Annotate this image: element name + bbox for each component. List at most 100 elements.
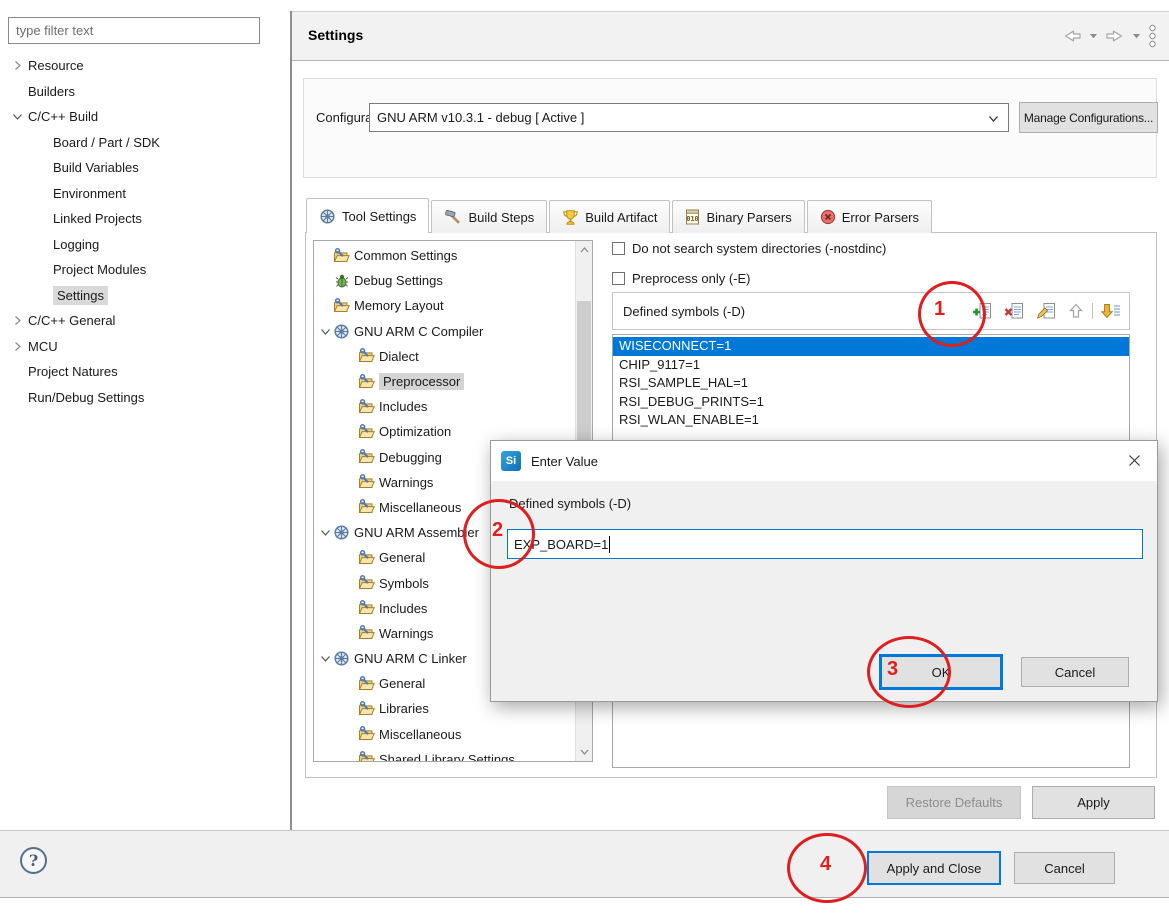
configuration-dropdown[interactable]: GNU ARM v10.3.1 - debug [ Active ]	[369, 103, 1009, 132]
folder-wrench-icon	[357, 399, 376, 415]
sidebar-item-c-c-build[interactable]: C/C++ Build	[0, 104, 288, 130]
tab-build-artifact[interactable]: Build Artifact	[549, 200, 670, 233]
defined-symbols-header: Defined symbols (-D)	[612, 292, 1130, 330]
symbol-row[interactable]: RSI_SAMPLE_HAL=1	[613, 374, 1129, 393]
sidebar-item-build-variables[interactable]: Build Variables	[0, 155, 288, 181]
error-icon	[820, 209, 836, 225]
view-menu-icon[interactable]	[1148, 24, 1157, 48]
ok-button[interactable]: OK	[881, 656, 1001, 688]
text-caret	[609, 536, 610, 553]
dialog-titlebar[interactable]: Si Enter Value	[491, 441, 1157, 481]
sidebar-item-logging[interactable]: Logging	[0, 232, 288, 258]
scroll-down-icon[interactable]	[576, 744, 592, 760]
symbol-value-input[interactable]: EXP_BOARD=1	[507, 529, 1143, 559]
tool-tree-item-shared-library-settings[interactable]: Shared Library Settings	[314, 747, 575, 762]
tab-binary-parsers[interactable]: 010Binary Parsers	[672, 200, 804, 233]
hammer-icon	[444, 209, 462, 226]
folder-wrench-icon	[357, 550, 376, 566]
sidebar-item-project-natures[interactable]: Project Natures	[0, 359, 288, 385]
add-symbol-button[interactable]	[972, 302, 992, 320]
restore-defaults-button[interactable]: Restore Defaults	[887, 786, 1021, 819]
checkbox-label: Do not search system directories (-nostd…	[632, 241, 886, 256]
chevron-down-icon[interactable]	[319, 526, 332, 539]
bug-icon	[332, 273, 351, 289]
chevron-down-icon[interactable]	[10, 110, 24, 123]
checkbox-icon[interactable]	[612, 242, 625, 255]
svg-text:010: 010	[687, 215, 699, 223]
scroll-up-icon[interactable]	[576, 242, 592, 258]
tool-tree-item-miscellaneous[interactable]: Miscellaneous	[314, 722, 575, 747]
chevron-right-icon[interactable]	[10, 340, 24, 353]
filter-input[interactable]	[8, 17, 260, 44]
chevron-right-icon[interactable]	[10, 59, 24, 72]
tool-tree-item-debug-settings[interactable]: Debug Settings	[314, 268, 575, 293]
combo-caret-icon	[988, 115, 999, 123]
forward-dropdown-caret-icon[interactable]	[1132, 33, 1141, 39]
tool-tree-item-common-settings[interactable]: Common Settings	[314, 243, 575, 268]
sidebar-item-resource[interactable]: Resource	[0, 53, 288, 79]
cancel-button[interactable]: Cancel	[1014, 852, 1115, 884]
forward-arrow-icon[interactable]	[1105, 28, 1125, 44]
checkbox-preprocess-only[interactable]: Preprocess only (-E)	[612, 271, 750, 286]
symbol-row[interactable]: RSI_DEBUG_PRINTS=1	[613, 393, 1129, 412]
sidebar-item-builders[interactable]: Builders	[0, 79, 288, 105]
move-down-icon	[1101, 302, 1121, 320]
page-title: Settings	[308, 27, 363, 43]
folder-wrench-icon	[357, 424, 376, 440]
sidebar-item-mcu[interactable]: MCU	[0, 334, 288, 360]
sidebar-item-environment[interactable]: Environment	[0, 181, 288, 207]
sidebar-item-linked-projects[interactable]: Linked Projects	[0, 206, 288, 232]
delete-symbol-button[interactable]	[1004, 302, 1024, 320]
folder-wrench-icon	[357, 575, 376, 591]
settings-tab-bar: Tool SettingsBuild StepsBuild Artifact01…	[306, 198, 934, 233]
chevron-right-icon[interactable]	[10, 314, 24, 327]
configuration-value: GNU ARM v10.3.1 - debug [ Active ]	[377, 110, 584, 125]
sidebar-item-settings[interactable]: Settings	[0, 283, 288, 309]
folder-wrench-icon	[357, 751, 376, 762]
checkbox-nostdinc[interactable]: Do not search system directories (-nostd…	[612, 241, 886, 256]
dialog-button-bar: ? Apply and Close Cancel	[0, 830, 1169, 898]
symbol-row[interactable]: WISECONNECT=1	[613, 337, 1129, 356]
edit-symbol-button[interactable]	[1036, 302, 1056, 320]
tab-tool-settings[interactable]: Tool Settings	[306, 198, 429, 233]
wheel-icon	[332, 650, 351, 667]
chevron-down-icon[interactable]	[319, 325, 332, 338]
close-icon[interactable]	[1128, 454, 1141, 467]
chevron-down-icon[interactable]	[319, 652, 332, 665]
tool-tree-item-includes[interactable]: Includes	[314, 394, 575, 419]
apply-button[interactable]: Apply	[1032, 786, 1155, 819]
tab-error-parsers[interactable]: Error Parsers	[807, 200, 932, 233]
help-icon[interactable]: ?	[20, 847, 47, 874]
dialog-cancel-button[interactable]: Cancel	[1021, 657, 1129, 687]
manage-configurations-button[interactable]: Manage Configurations...	[1019, 102, 1158, 133]
sidebar-item-run-debug-settings[interactable]: Run/Debug Settings	[0, 385, 288, 411]
wheel-icon	[332, 323, 351, 340]
back-dropdown-caret-icon[interactable]	[1089, 33, 1098, 39]
sidebar-item-c-c-general[interactable]: C/C++ General	[0, 308, 288, 334]
checkbox-label: Preprocess only (-E)	[632, 271, 750, 286]
properties-category-tree: ResourceBuildersC/C++ BuildBoard / Part …	[0, 53, 288, 410]
tool-tree-item-memory-layout[interactable]: Memory Layout	[314, 293, 575, 318]
back-arrow-icon[interactable]	[1062, 28, 1082, 44]
dialog-title: Enter Value	[531, 454, 598, 469]
sidebar-item-board-part-sdk[interactable]: Board / Part / SDK	[0, 130, 288, 156]
symbol-row[interactable]: RSI_WLAN_ENABLE=1	[613, 411, 1129, 430]
symbol-row[interactable]: CHIP_9117=1	[613, 356, 1129, 375]
page-header: Settings	[292, 11, 1169, 61]
trophy-icon	[562, 209, 579, 226]
tool-tree-item-dialect[interactable]: Dialect	[314, 344, 575, 369]
properties-window: ResourceBuildersC/C++ BuildBoard / Part …	[0, 0, 1169, 914]
folder-wrench-icon	[357, 348, 376, 364]
tab-build-steps[interactable]: Build Steps	[431, 200, 547, 233]
apply-and-close-button[interactable]: Apply and Close	[867, 851, 1001, 885]
defined-symbols-toolbar	[972, 302, 1121, 320]
move-down-button[interactable]	[1101, 302, 1121, 320]
configuration-group: Configuration: GNU ARM v10.3.1 - debug […	[303, 78, 1157, 178]
folder-wrench-icon	[357, 499, 376, 515]
sidebar-item-project-modules[interactable]: Project Modules	[0, 257, 288, 283]
tool-tree-item-preprocessor[interactable]: Preprocessor	[314, 369, 575, 394]
checkbox-icon[interactable]	[612, 272, 625, 285]
tool-tree-item-gnu-arm-c-compiler[interactable]: GNU ARM C Compiler	[314, 319, 575, 344]
move-up-button[interactable]	[1068, 302, 1084, 320]
toolbar-separator	[1092, 303, 1093, 319]
